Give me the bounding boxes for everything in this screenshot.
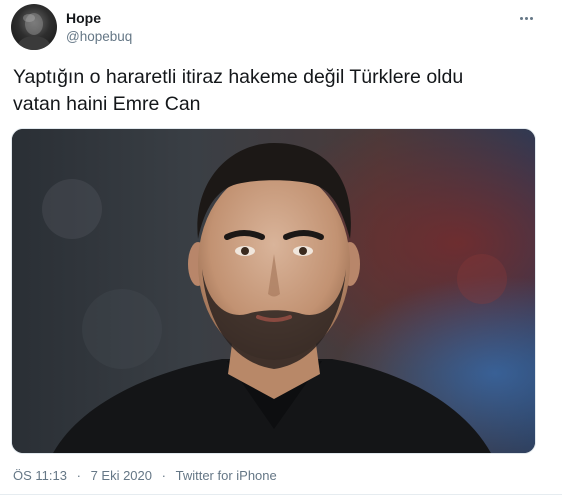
dot: [529, 16, 533, 20]
avatar[interactable]: [11, 4, 57, 50]
display-name[interactable]: Hope: [66, 10, 101, 26]
tweet-time[interactable]: ÖS 11:13: [13, 468, 67, 483]
user-handle[interactable]: @hopebuq: [66, 29, 132, 44]
tweet-meta: ÖS 11:13 · 7 Eki 2020 · Twitter for iPho…: [13, 468, 277, 483]
tweet-source[interactable]: Twitter for iPhone: [176, 468, 277, 483]
divider: [0, 494, 562, 495]
dot: [524, 16, 528, 20]
tweet-separator-2: ·: [161, 468, 166, 483]
dot: [519, 16, 523, 20]
photo-illustration: [12, 129, 535, 453]
tweet-text-line: Yaptığın o hararetli itiraz hakeme değil…: [13, 66, 464, 88]
tweet-photo[interactable]: [11, 128, 536, 454]
tweet-text: Yaptığın o hararetli itiraz hakeme değil…: [13, 64, 543, 118]
more-options-icon[interactable]: [514, 10, 538, 26]
tweet-card: Hope @hopebuq Yaptığın o hararetli itira…: [0, 0, 562, 500]
tweet-text-line: vatan haini Emre Can: [13, 93, 201, 115]
tweet-separator-1: ·: [76, 468, 81, 483]
tweet-date[interactable]: 7 Eki 2020: [91, 468, 152, 483]
